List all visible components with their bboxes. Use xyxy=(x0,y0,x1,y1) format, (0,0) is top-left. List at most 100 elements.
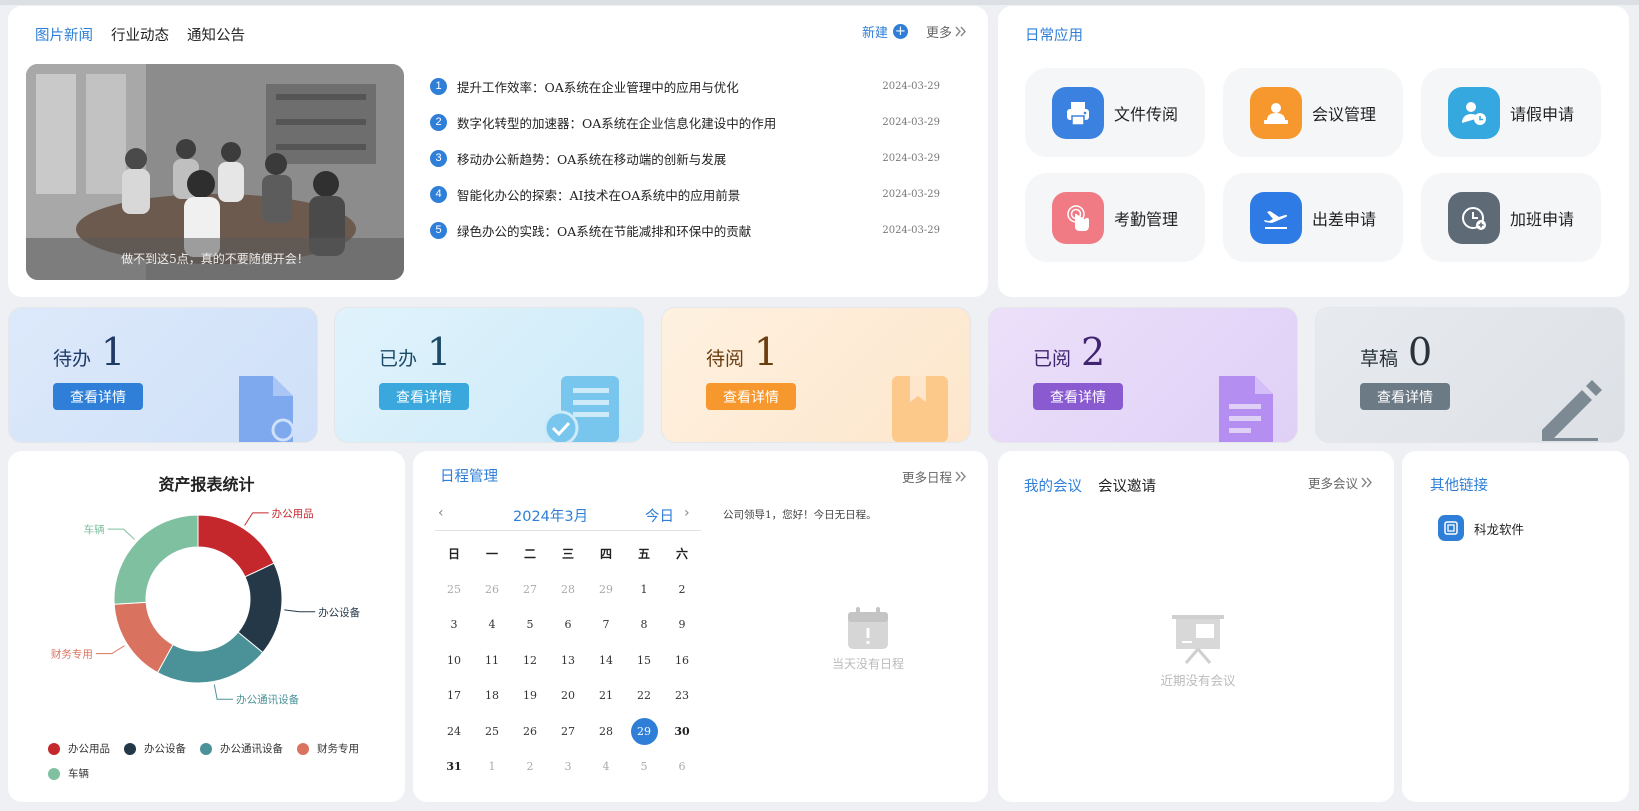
calendar-day[interactable]: 17 xyxy=(435,689,473,702)
calendar-day[interactable]: 5 xyxy=(511,618,549,631)
calendar-day[interactable]: 7 xyxy=(587,618,625,631)
new-news-button[interactable]: 新建 + xyxy=(862,22,908,41)
legend-item[interactable]: 办公用品 xyxy=(48,741,110,756)
checklist-icon xyxy=(543,376,619,442)
calendar-day[interactable]: 5 xyxy=(625,760,663,773)
donut-slice[interactable] xyxy=(156,631,264,684)
tab-notices[interactable]: 通知公告 xyxy=(187,24,245,45)
calendar-day[interactable]: 11 xyxy=(473,654,511,667)
calendar-day[interactable]: 2 xyxy=(663,583,701,596)
calendar-day[interactable]: 28 xyxy=(587,725,625,738)
legend-label: 办公设备 xyxy=(144,743,186,755)
news-photo[interactable]: 做不到这5点，真的不要随便开会！ xyxy=(26,64,404,280)
more-schedule-button[interactable]: 更多日程 xyxy=(902,467,966,486)
news-date: 2024-03-29 xyxy=(882,224,940,236)
calendar-day[interactable]: 4 xyxy=(587,760,625,773)
calendar-day[interactable]: 23 xyxy=(663,689,701,702)
tab-industry-news[interactable]: 行业动态 xyxy=(111,24,169,45)
todo-details-button[interactable]: 查看详情 xyxy=(53,383,143,410)
calendar-day[interactable]: 21 xyxy=(587,689,625,702)
app-file-circulation[interactable]: 文件传阅 xyxy=(1025,68,1205,157)
donut-slice[interactable] xyxy=(197,514,275,578)
app-attendance[interactable]: 考勤管理 xyxy=(1025,173,1205,262)
calendar-day[interactable]: 10 xyxy=(435,654,473,667)
calendar-day[interactable]: 3 xyxy=(435,618,473,631)
calendar-week: 3456789 xyxy=(435,607,701,643)
calendar-day[interactable]: 6 xyxy=(663,760,701,773)
read-details-button[interactable]: 查看详情 xyxy=(1033,383,1123,410)
calendar-day[interactable]: 27 xyxy=(549,725,587,738)
today-button[interactable]: 今日 xyxy=(645,505,674,526)
draft-details-button[interactable]: 查看详情 xyxy=(1360,383,1450,410)
donut-slice[interactable] xyxy=(113,514,199,605)
stat-count: 1 xyxy=(754,330,779,374)
meeting-icon xyxy=(1250,86,1302,139)
calendar-day[interactable]: 8 xyxy=(625,618,663,631)
calendar-day[interactable]: 15 xyxy=(625,654,663,667)
calendar-day[interactable]: 4 xyxy=(473,618,511,631)
news-date: 2024-03-29 xyxy=(882,116,940,128)
calendar-day[interactable]: 31 xyxy=(435,760,473,773)
done-details-button[interactable]: 查看详情 xyxy=(379,383,469,410)
app-business-trip[interactable]: 出差申请 xyxy=(1223,173,1403,262)
legend-item[interactable]: 财务专用 xyxy=(297,741,359,756)
news-item[interactable]: 1 提升工作效率：OA系统在企业管理中的应用与优化 2024-03-29 xyxy=(430,68,940,104)
news-more-button[interactable]: 更多 xyxy=(926,22,966,41)
calendar-day[interactable]: 25 xyxy=(435,583,473,596)
calendar-day-selected[interactable]: 29 xyxy=(625,717,663,745)
legend-swatch xyxy=(124,742,136,755)
news-item[interactable]: 2 数字化转型的加速器：OA系统在企业信息化建设中的作用 2024-03-29 xyxy=(430,104,940,140)
calendar-day[interactable]: 6 xyxy=(549,618,587,631)
news-number: 1 xyxy=(430,77,447,95)
stat-card-draft: 草稿 0 查看详情 xyxy=(1315,307,1625,443)
legend-item[interactable]: 办公设备 xyxy=(124,741,186,756)
chevron-right-icon[interactable]: › xyxy=(684,505,690,521)
calendar-day[interactable]: 13 xyxy=(549,654,587,667)
app-meeting-management[interactable]: 会议管理 xyxy=(1223,68,1403,157)
calendar-day[interactable]: 20 xyxy=(549,689,587,702)
stat-label: 已阅 2 xyxy=(1033,333,1105,371)
chevron-left-icon[interactable]: ‹ xyxy=(438,505,444,521)
tab-picture-news[interactable]: 图片新闻 xyxy=(35,24,93,45)
calendar-day[interactable]: 18 xyxy=(473,689,511,702)
news-actions: 新建 + 更多 xyxy=(862,22,966,41)
calendar-day[interactable]: 1 xyxy=(625,583,663,596)
news-item[interactable]: 5 绿色办公的实践：OA系统在节能减排和环保中的贡献 2024-03-29 xyxy=(430,212,940,248)
legend-swatch xyxy=(48,767,60,780)
news-item[interactable]: 4 智能化办公的探索：AI技术在OA系统中的应用前景 2024-03-29 xyxy=(430,176,940,212)
calendar-day[interactable]: 12 xyxy=(511,654,549,667)
calendar-day[interactable]: 19 xyxy=(511,689,549,702)
calendar-day[interactable]: 29 xyxy=(587,583,625,596)
calendar-day[interactable]: 2 xyxy=(511,760,549,773)
schedule-card: 日程管理 更多日程 ‹ 2024年3月 今日 › 日一二三四五六 25 26 27 28… xyxy=(413,451,988,802)
news-number: 4 xyxy=(430,185,447,203)
calendar-day[interactable]: 16 xyxy=(663,654,701,667)
news-item[interactable]: 3 移动办公新趋势：OA系统在移动端的创新与发展 2024-03-29 xyxy=(430,140,940,176)
calendar-day[interactable]: 24 xyxy=(435,725,473,738)
news-more-label: 更多 xyxy=(925,26,952,41)
link-app-icon xyxy=(1438,515,1464,541)
calendar-day[interactable]: 26 xyxy=(473,583,511,596)
calendar-day[interactable]: 27 xyxy=(511,583,549,596)
app-leave-request[interactable]: 请假申请 xyxy=(1421,68,1601,157)
legend-item[interactable]: 车辆 xyxy=(48,766,89,781)
clock-icon xyxy=(1448,191,1500,244)
calendar-day[interactable]: 9 xyxy=(663,618,701,631)
tab-my-meetings[interactable]: 我的会议 xyxy=(1024,475,1082,496)
tab-meeting-invitations[interactable]: 会议邀请 xyxy=(1098,475,1156,496)
calendar-day[interactable]: 26 xyxy=(511,725,549,738)
empty-schedule-text: 当天没有日程 xyxy=(831,657,904,671)
calendar-day[interactable]: 1 xyxy=(473,760,511,773)
stat-card-read: 已阅 2 查看详情 xyxy=(988,307,1298,443)
calendar-day[interactable]: 25 xyxy=(473,725,511,738)
calendar-day[interactable]: 22 xyxy=(625,689,663,702)
calendar-day[interactable]: 3 xyxy=(549,760,587,773)
calendar-day[interactable]: 28 xyxy=(549,583,587,596)
more-meetings-button[interactable]: 更多会议 xyxy=(1308,473,1372,492)
legend-item[interactable]: 办公通讯设备 xyxy=(200,741,283,756)
calendar-day[interactable]: 30 xyxy=(663,725,701,738)
toread-details-button[interactable]: 查看详情 xyxy=(706,383,796,410)
calendar-day[interactable]: 14 xyxy=(587,654,625,667)
link-kelong-software[interactable]: 科龙软件 xyxy=(1438,515,1524,541)
app-overtime[interactable]: 加班申请 xyxy=(1421,173,1601,262)
